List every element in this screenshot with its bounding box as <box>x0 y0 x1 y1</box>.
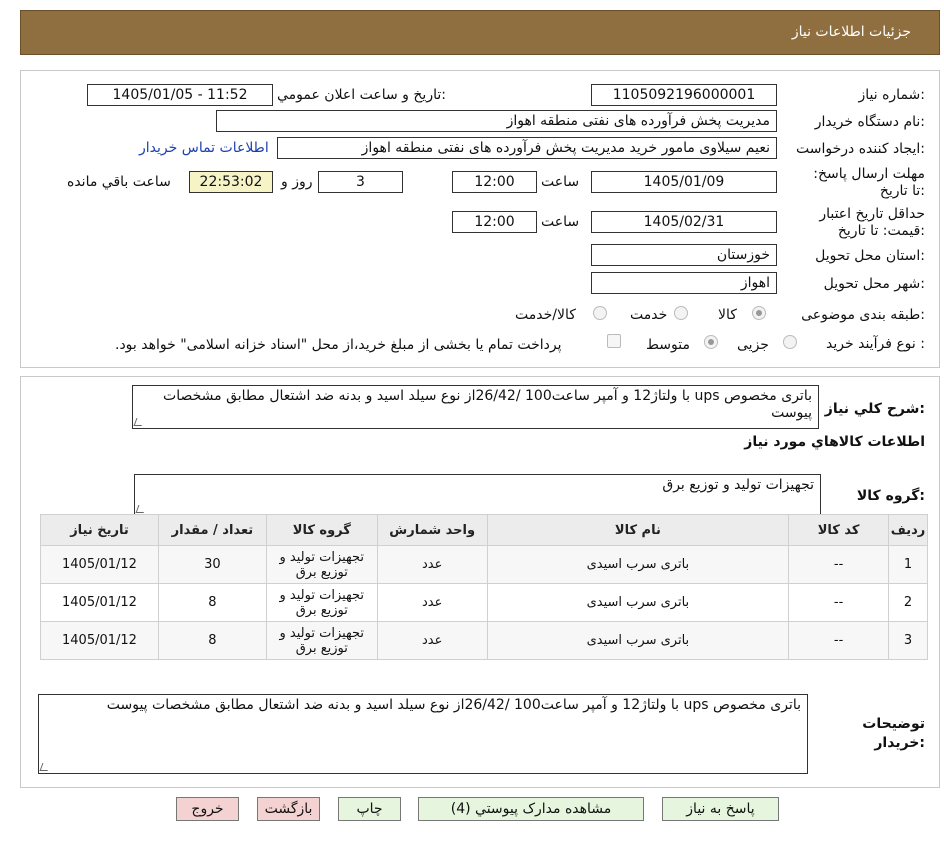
resize-handle-icon[interactable] <box>135 505 147 513</box>
cell-goods-group: تجهیزات تولید و توزیع برق <box>265 621 378 660</box>
reply-deadline-date-field: 1405/01/09 <box>591 171 777 193</box>
col-header-item-name: نام کالا <box>486 514 790 546</box>
announce-datetime-label: تاريخ و ساعت اعلان عمومي: <box>277 87 446 103</box>
time-remaining-label: ساعت باقي مانده <box>67 174 171 190</box>
cell-unit: عدد <box>376 583 488 622</box>
reply-deadline-time-label: ساعت <box>541 174 580 190</box>
col-header-row-number: رديف <box>888 514 928 546</box>
cell-need-date: 1405/01/12 <box>40 621 159 660</box>
cell-item-code: -- <box>788 621 890 660</box>
buyer-contact-link[interactable]: اطلاعات تماس خريدار <box>139 140 269 156</box>
cell-row-number: 3 <box>888 621 928 660</box>
process-minor-radio[interactable] <box>783 335 797 349</box>
table-header-row: رديف کد کالا نام کالا واحد شمارش گروه کا… <box>40 514 928 546</box>
need-number-label: شماره نياز: <box>858 87 925 103</box>
goods-group-text: تجهیزات تولید و توزیع برق <box>662 477 814 493</box>
category-goods-service-radio[interactable] <box>593 306 607 320</box>
days-remaining-field: 3 <box>318 171 403 193</box>
days-label: روز و <box>281 174 313 190</box>
goods-group-textarea[interactable]: تجهیزات تولید و توزیع برق <box>134 474 821 516</box>
category-service-label: خدمت <box>630 307 668 323</box>
cell-item-name: باتری سرب اسیدی <box>486 621 790 660</box>
requester-label: ايجاد کننده درخواست: <box>796 141 925 157</box>
col-header-quantity: تعداد / مقدار <box>157 514 267 546</box>
category-service-radio[interactable] <box>674 306 688 320</box>
goods-section-title: اطلاعات کالاهاي مورد نياز <box>744 434 925 450</box>
cell-need-date: 1405/01/12 <box>40 583 159 622</box>
exit-button[interactable]: خروج <box>176 797 239 821</box>
page-title: جزئيات اطلاعات نياز <box>791 24 911 40</box>
province-field: خوزستان <box>591 244 777 266</box>
province-label: استان محل تحويل: <box>815 248 925 264</box>
goods-table: رديف کد کالا نام کالا واحد شمارش گروه کا… <box>40 514 928 660</box>
page-header: جزئيات اطلاعات نياز <box>20 10 940 55</box>
table-row: 3 -- باتری سرب اسیدی عدد تجهیزات تولید و… <box>40 621 928 660</box>
category-goods-service-label: کالا/خدمت <box>515 307 576 323</box>
price-validity-date-field: 1405/02/31 <box>591 211 777 233</box>
cell-quantity: 8 <box>157 583 267 622</box>
time-remaining-field: 22:53:02 <box>189 171 273 193</box>
price-validity-label: حداقل تاريخ اعتبار قيمت: تا تاريخ: <box>819 206 925 239</box>
view-attachments-button[interactable]: مشاهده مدارک پيوستي (4) <box>418 797 644 821</box>
description-textarea[interactable]: باتری مخصوص ups با ولتاژ12 و آمپر ساعت10… <box>132 385 819 429</box>
table-row: 1 -- باتری سرب اسیدی عدد تجهیزات تولید و… <box>40 545 928 584</box>
cell-quantity: 8 <box>157 621 267 660</box>
cell-item-name: باتری سرب اسیدی <box>486 545 790 584</box>
buyer-notes-text: باتری مخصوص ups با ولتاژ12 و آمپر ساعت10… <box>106 697 801 713</box>
print-button[interactable]: چاپ <box>338 797 401 821</box>
process-minor-label: جزیی <box>737 337 769 353</box>
col-header-unit: واحد شمارش <box>376 514 488 546</box>
reply-to-need-button[interactable]: پاسخ به نياز <box>662 797 779 821</box>
col-header-item-code: کد کالا <box>788 514 890 546</box>
price-validity-time-label: ساعت <box>541 214 580 230</box>
treasury-checkbox[interactable] <box>607 334 621 348</box>
cell-quantity: 30 <box>157 545 267 584</box>
price-validity-time-field: 12:00 <box>452 211 537 233</box>
city-label: شهر محل تحويل: <box>823 276 925 292</box>
cell-goods-group: تجهیزات تولید و توزیع برق <box>265 545 378 584</box>
cell-item-name: باتری سرب اسیدی <box>486 583 790 622</box>
info-panel: شماره نياز: 1105092196000001 تاريخ و ساع… <box>20 70 940 368</box>
buyer-org-label: نام دستگاه خريدار: <box>814 114 925 130</box>
category-label: طبقه بندی موضوعی: <box>801 307 925 323</box>
category-goods-label: کالا <box>718 307 737 323</box>
resize-handle-icon[interactable] <box>39 763 51 771</box>
back-button[interactable]: بازگشت <box>257 797 320 821</box>
goods-group-label: گروه کالا: <box>856 488 925 504</box>
buyer-notes-label: توضيحات خريدار: <box>862 716 925 751</box>
city-field: اهواز <box>591 272 777 294</box>
process-type-label: نوع فرآيند خريد : <box>826 336 925 352</box>
requester-field: نعیم سیلاوی مامور خرید مدیریت پخش فرآورد… <box>277 137 777 159</box>
treasury-note: پرداخت تمام یا بخشی از مبلغ خرید،از محل … <box>115 337 562 353</box>
resize-handle-icon[interactable] <box>133 418 145 426</box>
description-text: باتری مخصوص ups با ولتاژ12 و آمپر ساعت10… <box>163 388 812 421</box>
reply-deadline-time-field: 12:00 <box>452 171 537 193</box>
need-number-field: 1105092196000001 <box>591 84 777 106</box>
category-goods-radio[interactable] <box>752 306 766 320</box>
cell-item-code: -- <box>788 545 890 584</box>
cell-need-date: 1405/01/12 <box>40 545 159 584</box>
buyer-org-field: مدیریت پخش فرآورده های نفتی منطقه اهواز <box>216 110 777 132</box>
description-label: شرح کلي نياز: <box>824 401 925 417</box>
announce-datetime-field: 1405/01/05 - 11:52 <box>87 84 273 106</box>
table-row: 2 -- باتری سرب اسیدی عدد تجهیزات تولید و… <box>40 583 928 622</box>
cell-row-number: 1 <box>888 545 928 584</box>
reply-deadline-label: مهلت ارسال پاسخ: تا تاريخ: <box>813 166 925 199</box>
cell-row-number: 2 <box>888 583 928 622</box>
cell-unit: عدد <box>376 545 488 584</box>
process-medium-label: متوسط <box>646 337 690 353</box>
buyer-notes-textarea[interactable]: باتری مخصوص ups با ولتاژ12 و آمپر ساعت10… <box>38 694 808 774</box>
cell-item-code: -- <box>788 583 890 622</box>
cell-goods-group: تجهیزات تولید و توزیع برق <box>265 583 378 622</box>
process-medium-radio[interactable] <box>704 335 718 349</box>
goods-panel: شرح کلي نياز: باتری مخصوص ups با ولتاژ12… <box>20 376 940 788</box>
col-header-goods-group: گروه کالا <box>265 514 378 546</box>
col-header-need-date: تاريخ نياز <box>40 514 159 546</box>
cell-unit: عدد <box>376 621 488 660</box>
